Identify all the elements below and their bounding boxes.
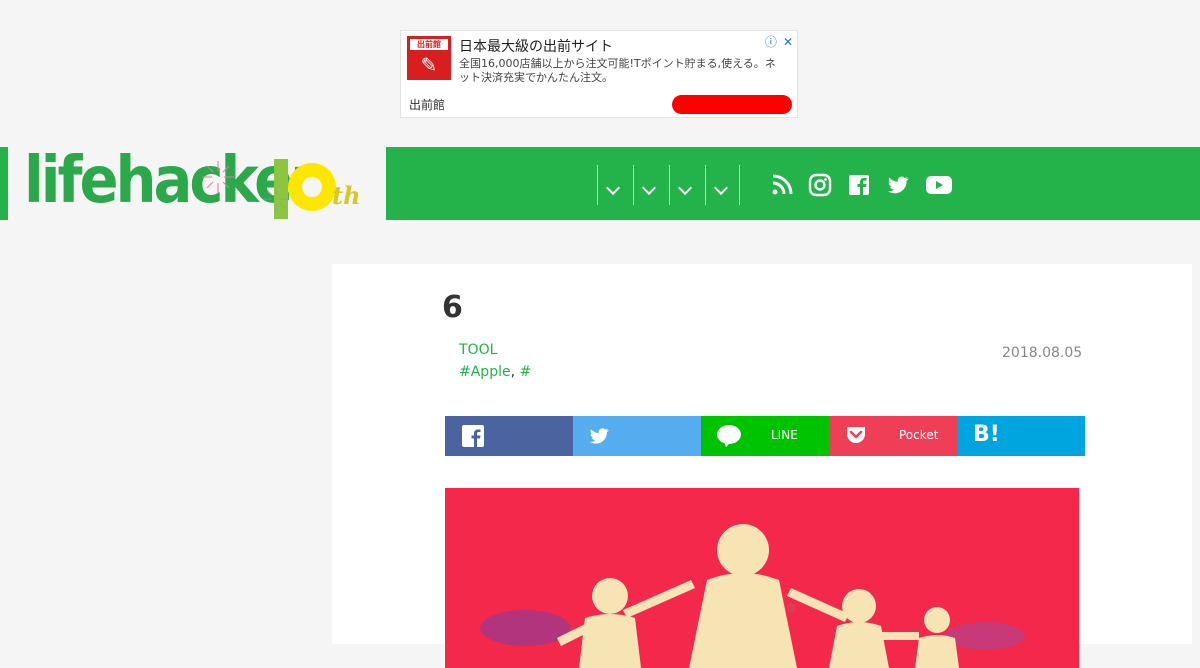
ad-title[interactable]: 日本最大級の出前サイト: [459, 36, 613, 56]
family-illustration: [480, 524, 1025, 668]
chevron-down-icon: [641, 180, 657, 196]
article-title: 6: [442, 290, 463, 325]
demaekan-logo: 出前館 ✎: [407, 36, 451, 80]
ad-banner[interactable]: 出前館 ✎ 日本最大級の出前サイト 全国16,000店舗以上から注文可能!Tポイ…: [400, 30, 798, 118]
article-hero-image: [445, 488, 1079, 668]
instagram-icon[interactable]: [808, 173, 832, 197]
hatena-icon: B!: [973, 422, 1000, 447]
delivery-runner-icon: ✎: [420, 53, 438, 77]
twitter-icon: [589, 428, 609, 444]
ad-brand: 出前館: [409, 98, 446, 112]
ad-description: 全国16,000店舗以上から注文可能!Tポイント貯まる,使える。ネット決済充実で…: [459, 57, 776, 84]
chevron-down-icon: [605, 180, 621, 196]
tag-link[interactable]: #: [520, 364, 532, 380]
tag-separator: ,: [510, 364, 520, 380]
nav-dropdown-2[interactable]: [633, 165, 670, 205]
ad-close-icon[interactable]: ✕: [783, 35, 793, 49]
main-nav: [386, 147, 1200, 220]
anniversary-suffix: th: [332, 181, 361, 210]
article-card: 6 TOOL #Apple, # 2018.08.05 LINE Pocket …: [332, 264, 1192, 668]
ad-info-icon[interactable]: ⓘ: [765, 35, 777, 49]
share-line-button[interactable]: LINE: [701, 416, 829, 456]
chevron-down-icon: [677, 180, 693, 196]
ad-logo-text: 出前館: [410, 39, 448, 50]
rss-icon[interactable]: [770, 173, 794, 197]
youtube-icon[interactable]: [925, 173, 953, 197]
share-hatena-button[interactable]: B!: [957, 416, 1085, 456]
nav-divider: [739, 165, 740, 205]
nav-dropdown-3[interactable]: [669, 165, 706, 205]
article-category[interactable]: TOOL: [459, 342, 497, 358]
share-label: Pocket: [899, 428, 939, 442]
share-twitter-button[interactable]: [573, 416, 701, 456]
share-bar: LINE Pocket B!: [445, 416, 1085, 456]
firework-icon: [202, 161, 234, 193]
chevron-down-icon: [713, 180, 729, 196]
twitter-icon[interactable]: [886, 173, 910, 197]
article-tags: #Apple, #: [459, 364, 531, 380]
article-date: 2018.08.05: [1002, 345, 1083, 361]
facebook-icon: [462, 425, 484, 447]
pocket-icon: [847, 427, 865, 443]
site-logo[interactable]: lifehacker th: [0, 144, 386, 220]
share-facebook-button[interactable]: [445, 416, 573, 456]
firework-small-icon: [263, 186, 289, 212]
ad-cta-button[interactable]: [672, 95, 792, 114]
share-pocket-button[interactable]: Pocket: [829, 416, 957, 456]
line-icon: [717, 425, 741, 447]
tag-link[interactable]: #Apple: [459, 364, 511, 380]
facebook-icon[interactable]: [847, 173, 871, 197]
nav-dropdown-1[interactable]: [597, 165, 634, 205]
nav-dropdown-4[interactable]: [705, 165, 742, 205]
logo-accent-bar: [0, 147, 8, 220]
share-label: LINE: [771, 428, 798, 442]
